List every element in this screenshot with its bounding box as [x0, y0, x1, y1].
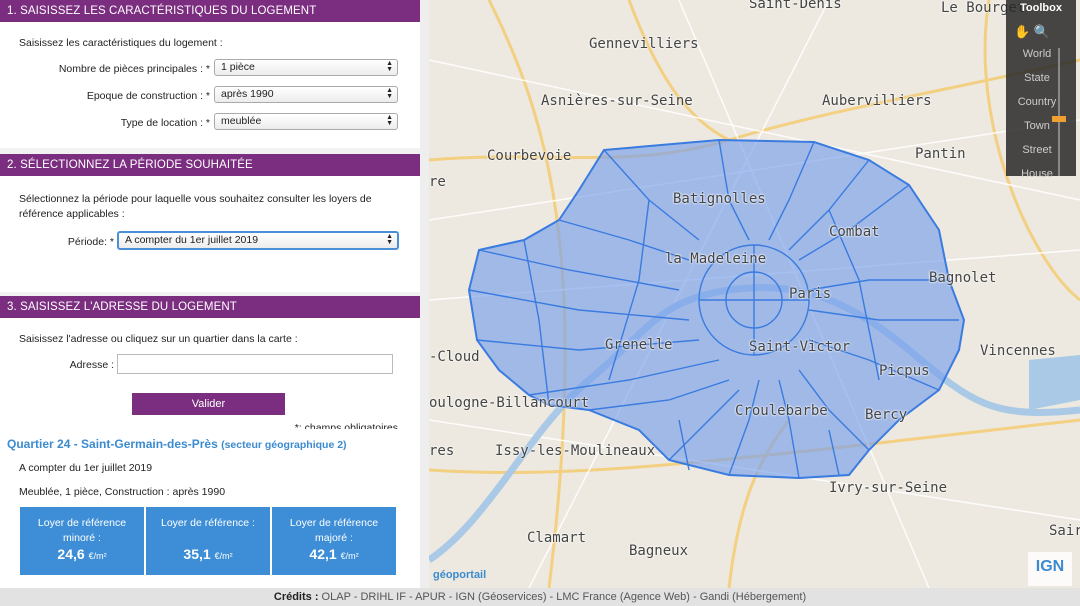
credits-label: Crédits : [273, 591, 319, 603]
quarter-name: Quartier 24 - Saint-Germain-des-Près [7, 437, 218, 451]
section1-header: 1. SAISISSEZ LES CARACTÉRISTIQUES DU LOG… [0, 0, 420, 22]
section2-intro: Sélectionnez la période pour laquelle vo… [19, 192, 372, 222]
rent-min-label: Loyer de référence minoré : [20, 516, 144, 546]
map-label: Paris [789, 286, 832, 302]
result-description: Meublée, 1 pièce, Construction : après 1… [19, 486, 226, 498]
section3-intro: Saisissez l'adresse ou cliquez sur un qu… [19, 333, 298, 345]
section1-body: Saisissez les caractéristiques du logeme… [0, 22, 420, 148]
map-label: Combat [829, 224, 880, 240]
rent-ref-number: 35,1 [183, 546, 211, 562]
paris-map[interactable]: Saint-Denis Le Bourget Gennevilliers Asn… [429, 0, 1080, 588]
map-label: Sair [1049, 523, 1080, 539]
map-toolbox: Toolbox ✋ 🔍 World State Country Town Str… [1006, 0, 1076, 180]
section2-body: Sélectionnez la période pour laquelle vo… [0, 176, 420, 292]
rent-max-card: Loyer de référence majoré : 42,1 €/m² [272, 507, 396, 575]
rent-max-label-line2: majoré : [315, 532, 353, 544]
select-arrows-icon: ▲ ▼ [386, 114, 393, 127]
rental-type-value: meublée [221, 115, 262, 127]
map-canvas[interactable] [429, 0, 1080, 588]
section3-body: Saisissez l'adresse ou cliquez sur un qu… [0, 318, 420, 446]
map-label: re [429, 174, 446, 190]
map-label: Bagneux [629, 543, 689, 559]
map-label: Pantin [915, 146, 966, 162]
section2-header: 2. SÉLECTIONNEZ LA PÉRIODE SOUHAITÉE [0, 154, 420, 176]
rental-type-select[interactable]: meublée ▲ ▼ [214, 113, 398, 130]
rent-ref-label-line1: Loyer de référence : [161, 517, 255, 529]
select-arrows-icon: ▲ ▼ [386, 87, 393, 100]
rent-min-value: 24,6 €/m² [20, 546, 144, 562]
toolbox-tools: ✋ 🔍 [1014, 24, 1050, 40]
rent-ref-unit: €/m² [214, 551, 233, 561]
section1-intro: Saisissez les caractéristiques du logeme… [19, 37, 223, 49]
pan-hand-icon[interactable]: ✋ [1014, 24, 1030, 39]
map-label: Gennevilliers [589, 36, 699, 52]
map-label: Clamart [527, 530, 587, 546]
rooms-select[interactable]: 1 pièce ▲ ▼ [214, 59, 398, 76]
rent-min-card: Loyer de référence minoré : 24,6 €/m² [20, 507, 144, 575]
map-label: oulogne-Billancourt [429, 395, 590, 411]
map-label: res [429, 443, 455, 459]
select-arrows-icon: ▲ ▼ [386, 60, 393, 73]
section2-intro-line2: référence applicables : [19, 208, 125, 220]
address-input[interactable] [117, 354, 393, 374]
map-label: Aubervilliers [822, 93, 932, 109]
map-label: -Cloud [429, 349, 480, 365]
rent-min-label-line1: Loyer de référence [37, 517, 127, 529]
map-label: Ivry-sur-Seine [829, 480, 948, 496]
result-period: A compter du 1er juillet 2019 [19, 462, 153, 474]
map-label: la Madeleine [665, 251, 767, 267]
zoom-slider-thumb[interactable] [1052, 116, 1066, 122]
period-label: Période: * [67, 236, 114, 248]
zoom-in-icon[interactable]: 🔍 [1034, 24, 1050, 39]
map-label: Croulebarbe [735, 403, 828, 419]
construction-label: Epoque de construction : * [86, 90, 210, 102]
validate-button[interactable]: Valider [132, 393, 285, 415]
map-label: Grenelle [605, 337, 673, 353]
zoom-slider-track[interactable] [1058, 48, 1060, 176]
quarter-sector: (secteur géographique 2) [221, 439, 347, 451]
map-label: Vincennes [980, 343, 1056, 359]
result-panel: Quartier 24 - Saint-Germain-des-Près (se… [0, 429, 420, 590]
address-label: Adresse : [69, 359, 114, 371]
rent-ref-value: 35,1 €/m² [146, 546, 270, 562]
rooms-value: 1 pièce [221, 61, 255, 73]
section2-intro-line1: Sélectionnez la période pour laquelle vo… [19, 193, 372, 205]
construction-select[interactable]: après 1990 ▲ ▼ [214, 86, 398, 103]
quarter-title: Quartier 24 - Saint-Germain-des-Près (se… [7, 437, 347, 451]
geoportail-logo: géoportail [433, 569, 487, 581]
rent-min-label-line2: minoré : [63, 532, 101, 544]
rent-max-label-line1: Loyer de référence [289, 517, 379, 529]
map-label: Saint-Denis [749, 0, 842, 12]
period-value: A compter du 1er juillet 2019 [125, 234, 259, 246]
rent-ref-label-line2 [156, 531, 260, 546]
rent-ref-label: Loyer de référence : [146, 516, 270, 546]
footer-credits: Crédits : OLAP - DRIHL IF - APUR - IGN (… [0, 588, 1080, 606]
rent-ref-card: Loyer de référence : 35,1 €/m² [146, 507, 270, 575]
map-label: Picpus [879, 363, 930, 379]
map-label: Saint-Victor [749, 339, 851, 355]
credits-list: OLAP - DRIHL IF - APUR - IGN (Géoservice… [318, 591, 807, 603]
map-label: Issy-les-Moulineaux [495, 443, 656, 459]
period-select[interactable]: A compter du 1er juillet 2019 ▲ ▼ [117, 231, 399, 250]
rent-max-number: 42,1 [309, 546, 337, 562]
rent-min-number: 24,6 [57, 546, 85, 562]
rental-type-label: Type de location : * [120, 117, 210, 129]
rent-max-label: Loyer de référence majoré : [272, 516, 396, 546]
map-label: Bagnolet [929, 270, 997, 286]
map-label: Courbevoie [487, 148, 572, 164]
section3-header: 3. SAISISSEZ L'ADRESSE DU LOGEMENT [0, 296, 420, 318]
rent-max-value: 42,1 €/m² [272, 546, 396, 562]
map-label: Bercy [865, 407, 908, 423]
rent-min-unit: €/m² [88, 551, 107, 561]
rooms-label: Nombre de pièces principales : * [58, 63, 210, 75]
ign-logo: IGN [1028, 552, 1072, 586]
map-label: Batignolles [673, 191, 766, 207]
rent-max-unit: €/m² [340, 551, 359, 561]
toolbox-title: Toolbox [1020, 2, 1062, 14]
map-label: Asnières-sur-Seine [541, 93, 693, 109]
select-arrows-icon: ▲ ▼ [386, 233, 393, 246]
construction-value: après 1990 [221, 88, 274, 100]
